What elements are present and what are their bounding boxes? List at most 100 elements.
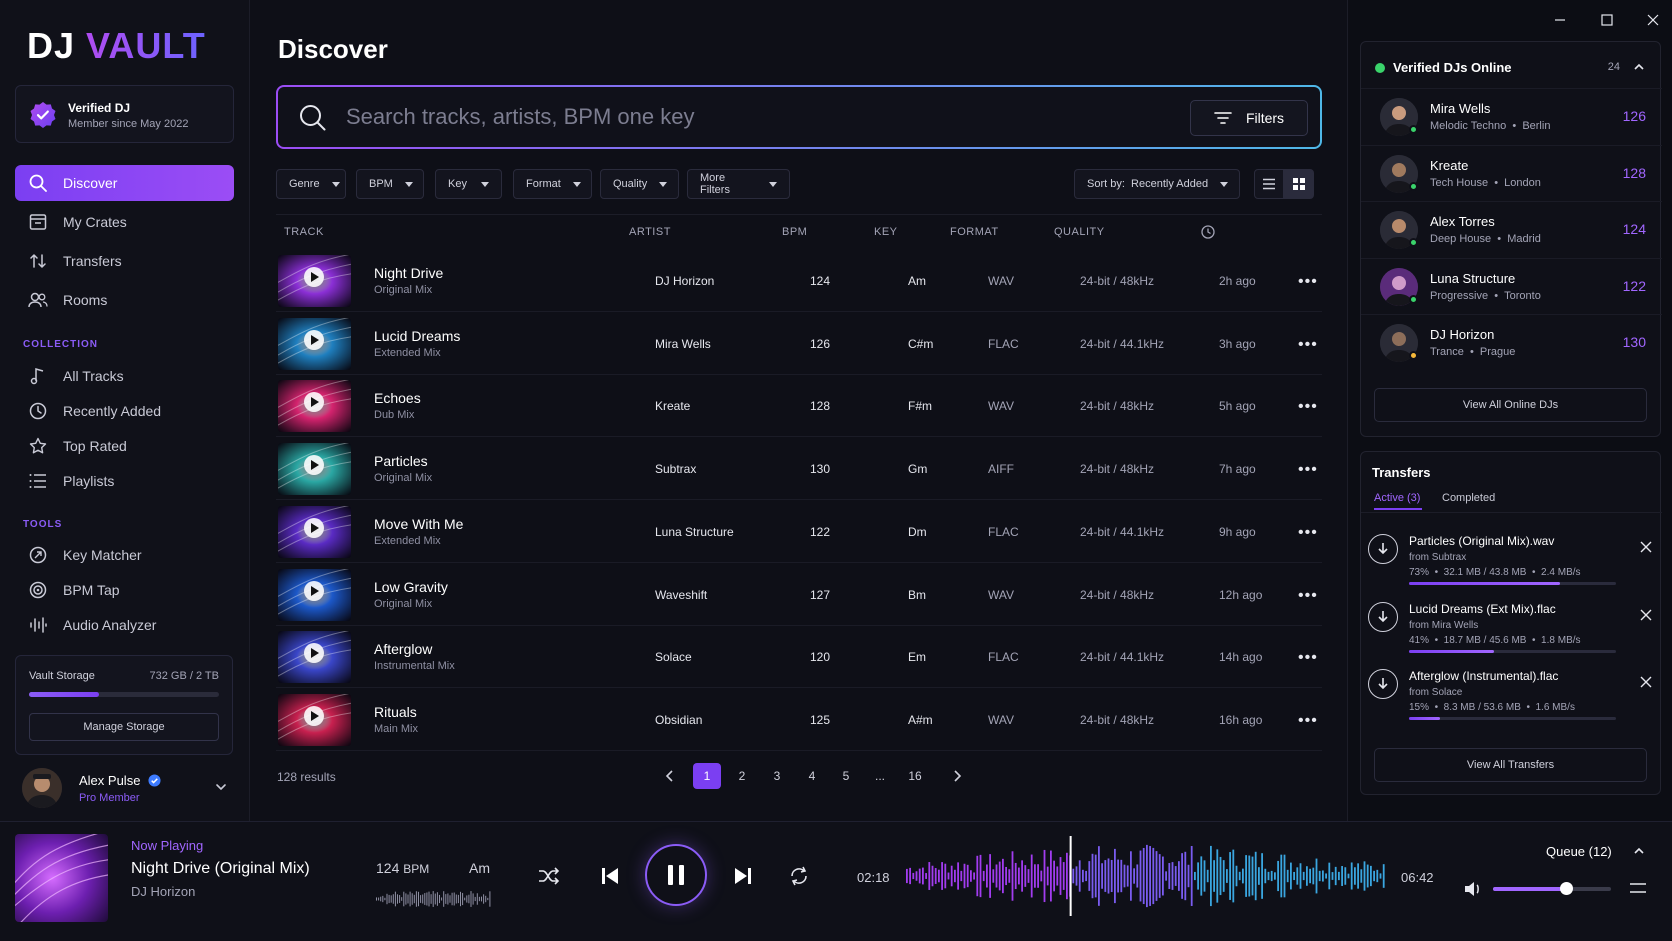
online-dj-item[interactable]: Kreate Tech House • London 128 (1361, 144, 1662, 201)
genre-filter[interactable]: Genre (276, 169, 346, 199)
more-options-icon[interactable]: ••• (1298, 587, 1318, 605)
nav-recently-added[interactable]: Recently Added (15, 393, 234, 429)
cancel-transfer-icon[interactable] (1640, 676, 1652, 688)
page-4[interactable]: 4 (798, 763, 826, 789)
table-row[interactable]: Rituals Main Mix Obsidian 125 A#m WAV 24… (276, 689, 1322, 751)
track-artist[interactable]: Mira Wells (655, 337, 711, 351)
chevron-down-icon[interactable] (214, 780, 228, 794)
queue-button[interactable]: Queue (12) (1546, 844, 1612, 859)
tab-completed-transfers[interactable]: Completed (1442, 492, 1495, 504)
nav-key-matcher[interactable]: Key Matcher (15, 537, 234, 573)
col-key[interactable]: KEY (874, 226, 898, 238)
nav-audio-analyzer[interactable]: Audio Analyzer (15, 607, 234, 643)
play-track-button[interactable] (304, 455, 324, 476)
nav-rooms[interactable]: Rooms (15, 282, 234, 318)
more-options-icon[interactable]: ••• (1298, 712, 1318, 730)
cancel-transfer-icon[interactable] (1640, 541, 1652, 553)
col-format[interactable]: FORMAT (950, 226, 999, 238)
nav-discover[interactable]: Discover (15, 165, 234, 201)
prev-page-button[interactable] (656, 763, 684, 789)
play-pause-button[interactable] (645, 844, 707, 906)
track-artist[interactable]: Waveshift (655, 588, 707, 602)
next-page-button[interactable] (943, 763, 971, 789)
col-quality[interactable]: QUALITY (1054, 226, 1105, 238)
table-row[interactable]: Echoes Dub Mix Kreate 128 F#m WAV 24-bit… (276, 375, 1322, 438)
volume-icon[interactable] (1463, 880, 1483, 898)
online-dj-item[interactable]: Mira Wells Melodic Techno • Berlin 126 (1361, 88, 1662, 144)
next-track-button[interactable] (731, 864, 755, 888)
page-16[interactable]: 16 (901, 763, 929, 789)
col-track[interactable]: TRACK (284, 226, 324, 238)
online-dj-item[interactable]: DJ Horizon Trance • Prague 130 (1361, 314, 1662, 370)
table-row[interactable]: Lucid Dreams Extended Mix Mira Wells 126… (276, 313, 1322, 375)
bpm-filter[interactable]: BPM (356, 169, 424, 199)
track-artist[interactable]: Subtrax (655, 462, 696, 476)
nav-top-rated[interactable]: Top Rated (15, 428, 234, 464)
view-all-transfers-button[interactable]: View All Transfers (1374, 748, 1647, 782)
chevron-up-icon[interactable] (1632, 844, 1646, 858)
play-track-button[interactable] (304, 517, 324, 538)
play-track-button[interactable] (304, 267, 324, 287)
page-1[interactable]: 1 (693, 763, 721, 789)
more-options-icon[interactable]: ••• (1298, 273, 1318, 291)
cancel-transfer-icon[interactable] (1640, 609, 1652, 621)
more-options-icon[interactable]: ••• (1298, 461, 1318, 479)
table-row[interactable]: Low Gravity Original Mix Waveshift 127 B… (276, 564, 1322, 626)
view-all-online-djs-button[interactable]: View All Online DJs (1374, 388, 1647, 422)
table-row[interactable]: Afterglow Instrumental Mix Solace 120 Em… (276, 626, 1322, 689)
quality-filter[interactable]: Quality (600, 169, 679, 199)
track-artist[interactable]: Kreate (655, 399, 690, 413)
previous-track-button[interactable] (598, 864, 622, 888)
online-dj-item[interactable]: Luna Structure Progressive • Toronto 122 (1361, 257, 1662, 314)
tab-active-transfers[interactable]: Active (3) (1374, 492, 1420, 504)
table-row[interactable]: Particles Original Mix Subtrax 130 Gm AI… (276, 438, 1322, 501)
track-waveform-seekbar[interactable] (905, 836, 1385, 916)
minimize-button[interactable] (1545, 10, 1575, 30)
close-window-button[interactable] (1638, 10, 1668, 30)
play-track-button[interactable] (304, 329, 324, 350)
col-artist[interactable]: ARTIST (629, 226, 671, 238)
col-bpm[interactable]: BPM (782, 226, 807, 238)
nav-playlists[interactable]: Playlists (15, 463, 234, 499)
repeat-button[interactable] (787, 864, 811, 888)
play-track-button[interactable] (304, 580, 324, 601)
page-5[interactable]: 5 (832, 763, 860, 789)
waveform-bar (1341, 866, 1343, 886)
more-options-icon[interactable]: ••• (1298, 398, 1318, 416)
track-artist[interactable]: Luna Structure (655, 525, 734, 539)
volume-slider[interactable] (1493, 882, 1611, 895)
list-view-button[interactable] (1254, 169, 1284, 199)
more-filters[interactable]: More Filters (687, 169, 790, 199)
grid-view-button[interactable] (1284, 169, 1314, 199)
menu-icon[interactable] (1629, 881, 1647, 895)
play-track-button[interactable] (304, 705, 324, 726)
page-3[interactable]: 3 (763, 763, 791, 789)
playhead[interactable] (1069, 836, 1072, 916)
table-row[interactable]: Night Drive Original Mix DJ Horizon 124 … (276, 250, 1322, 312)
page-2[interactable]: 2 (728, 763, 756, 789)
track-artist[interactable]: Solace (655, 650, 692, 664)
track-artist[interactable]: Obsidian (655, 713, 702, 727)
nav-transfers[interactable]: Transfers (15, 243, 234, 279)
shuffle-button[interactable] (537, 864, 561, 888)
sort-dropdown[interactable]: Sort by: Recently Added (1074, 169, 1240, 199)
more-options-icon[interactable]: ••• (1298, 524, 1318, 542)
more-options-icon[interactable]: ••• (1298, 649, 1318, 667)
format-filter[interactable]: Format (513, 169, 592, 199)
nav-my-crates[interactable]: My Crates (15, 204, 234, 240)
user-profile[interactable]: Alex Pulse Pro Member (22, 766, 234, 812)
nav-bpm-tap[interactable]: BPM Tap (15, 572, 234, 608)
online-dj-item[interactable]: Alex Torres Deep House • Madrid 124 (1361, 201, 1662, 257)
more-options-icon[interactable]: ••• (1298, 336, 1318, 354)
volume-knob[interactable] (1560, 882, 1574, 895)
track-artist[interactable]: DJ Horizon (655, 274, 714, 288)
table-row[interactable]: Move With Me Extended Mix Luna Structure… (276, 501, 1322, 563)
key-filter[interactable]: Key (435, 169, 502, 199)
filters-button[interactable]: Filters (1190, 100, 1308, 136)
search-input[interactable] (346, 102, 1126, 132)
manage-storage-button[interactable]: Manage Storage (29, 713, 219, 741)
nav-all-tracks[interactable]: All Tracks (15, 358, 234, 394)
clock-icon[interactable] (1201, 225, 1215, 239)
chevron-up-icon[interactable] (1632, 60, 1646, 74)
maximize-button[interactable] (1592, 10, 1622, 30)
